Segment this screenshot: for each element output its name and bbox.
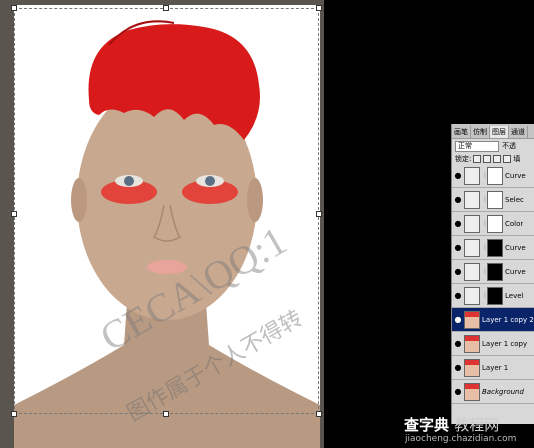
- fill-label: 填: [513, 155, 521, 163]
- chain-link-icon[interactable]: ⋮: [482, 268, 488, 275]
- transform-handle-bottom-right[interactable]: [316, 411, 322, 417]
- layer-name: Curve: [505, 243, 526, 252]
- layer-thumbnail: [464, 334, 480, 353]
- chain-link-icon[interactable]: ⋮: [482, 220, 488, 227]
- lock-transparency-icon[interactable]: [473, 155, 482, 163]
- layer-row[interactable]: ● ⋮ Curve: [452, 236, 534, 260]
- site-logo-main: 查字典: [404, 416, 450, 434]
- chain-link-icon[interactable]: ⋮: [482, 292, 488, 299]
- visibility-eye-icon[interactable]: ●: [452, 339, 464, 348]
- levels-adjustment-icon: [464, 286, 480, 305]
- lock-label: 锁定:: [455, 155, 472, 163]
- color-balance-adjustment-icon: [464, 214, 480, 233]
- tab-channels[interactable]: 通道: [509, 126, 528, 138]
- visibility-eye-icon[interactable]: ●: [452, 291, 464, 300]
- layer-row[interactable]: ● ⋮ Selec: [452, 188, 534, 212]
- layer-row[interactable]: ● Layer 1 copy: [452, 332, 534, 356]
- site-logo: 查字典 教程网: [404, 414, 499, 435]
- blend-mode-select[interactable]: 正常: [455, 140, 499, 152]
- opacity-label: 不透: [502, 142, 516, 150]
- layer-name: Layer 1: [482, 363, 509, 372]
- layer-row[interactable]: ● ⋮ Level: [452, 284, 534, 308]
- layer-name: Background: [482, 387, 524, 396]
- layers-panel: 画笔 仿制 图层 通道 正常 不透 锁定: 填 ● ⋮ Curve ● ⋮ Se…: [451, 124, 534, 424]
- transform-handle-top-right[interactable]: [316, 5, 322, 11]
- visibility-eye-icon[interactable]: ●: [452, 243, 464, 252]
- transform-handle-middle-left[interactable]: [11, 211, 17, 217]
- lock-position-icon[interactable]: [493, 155, 502, 163]
- layer-name: Curve: [505, 267, 526, 276]
- layer-mask-thumbnail[interactable]: [487, 262, 503, 281]
- curves-adjustment-icon: [464, 166, 480, 185]
- visibility-eye-icon[interactable]: ●: [452, 267, 464, 276]
- chain-link-icon[interactable]: ⋮: [482, 196, 488, 203]
- transform-handle-middle-right[interactable]: [316, 211, 322, 217]
- layer-name: Curve: [505, 171, 526, 180]
- transform-handle-top-middle[interactable]: [163, 5, 169, 11]
- visibility-eye-icon[interactable]: ●: [452, 315, 464, 324]
- selective-color-adjustment-icon: [464, 190, 480, 209]
- layer-mask-thumbnail[interactable]: [487, 190, 503, 209]
- layer-thumbnail: [464, 382, 480, 401]
- layer-mask-thumbnail[interactable]: [487, 238, 503, 257]
- site-logo-sub: 教程网: [454, 416, 500, 434]
- layer-list: ● ⋮ Curve ● ⋮ Selec ● ⋮ Color ● ⋮ Curve: [452, 164, 534, 404]
- tab-brushes[interactable]: 画笔: [452, 126, 471, 138]
- layer-name: Color: [505, 219, 524, 228]
- layer-row[interactable]: ● ⋮ Curve: [452, 260, 534, 284]
- chain-link-icon[interactable]: ⋮: [482, 244, 488, 251]
- layer-name: Selec: [505, 195, 524, 204]
- site-url: jiaocheng.chazidian.com: [405, 434, 517, 444]
- curves-adjustment-icon: [464, 262, 480, 281]
- visibility-eye-icon[interactable]: ●: [452, 387, 464, 396]
- panel-tabs: 画笔 仿制 图层 通道: [452, 124, 534, 139]
- layer-mask-thumbnail[interactable]: [487, 286, 503, 305]
- layer-row[interactable]: ● Background: [452, 380, 534, 404]
- layer-mask-thumbnail[interactable]: [487, 214, 503, 233]
- lock-all-icon[interactable]: [503, 155, 512, 163]
- layer-mask-thumbnail[interactable]: [487, 166, 503, 185]
- layer-row[interactable]: ● ⋮ Curve: [452, 164, 534, 188]
- document-canvas-area[interactable]: CECA\QQ:1 图作属于个人不得转: [0, 0, 324, 448]
- visibility-eye-icon[interactable]: ●: [452, 171, 464, 180]
- transform-handle-top-left[interactable]: [11, 5, 17, 11]
- layer-name: Layer 1 copy 2: [482, 315, 534, 324]
- blend-row: 正常 不透: [452, 139, 534, 153]
- curves-adjustment-icon: [464, 238, 480, 257]
- visibility-eye-icon[interactable]: ●: [452, 195, 464, 204]
- layer-name: Level: [505, 291, 524, 300]
- visibility-eye-icon[interactable]: ●: [452, 363, 464, 372]
- visibility-eye-icon[interactable]: ●: [452, 219, 464, 228]
- tab-clone[interactable]: 仿制: [471, 126, 490, 138]
- layer-thumbnail: [464, 358, 480, 377]
- tab-layers[interactable]: 图层: [490, 126, 509, 138]
- layer-name: Layer 1 copy: [482, 339, 528, 348]
- transform-handle-bottom-middle[interactable]: [163, 411, 169, 417]
- layer-thumbnail: [464, 310, 480, 329]
- chain-link-icon[interactable]: ⋮: [482, 172, 488, 179]
- lock-pixels-icon[interactable]: [483, 155, 492, 163]
- layer-row-selected[interactable]: ● Layer 1 copy 2: [452, 308, 534, 332]
- transform-handle-bottom-left[interactable]: [11, 411, 17, 417]
- layer-row[interactable]: ● Layer 1: [452, 356, 534, 380]
- layer-row[interactable]: ● ⋮ Color: [452, 212, 534, 236]
- transform-bounding-box[interactable]: [14, 8, 319, 414]
